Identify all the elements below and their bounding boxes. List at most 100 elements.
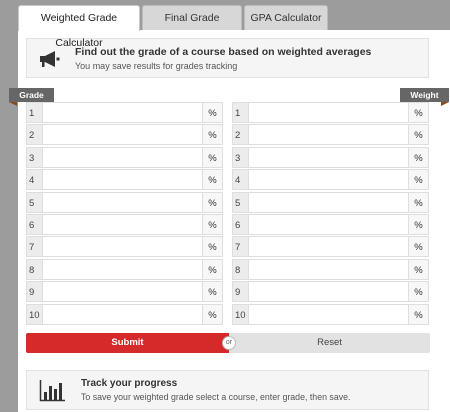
grade-input[interactable] <box>42 213 203 235</box>
grade-percent-unit: % <box>203 303 223 325</box>
calculator-panel: Find out the grade of a course based on … <box>9 30 450 412</box>
grade-row: 9% <box>26 281 223 303</box>
track-subtitle: To save your weighted grade select a cou… <box>81 392 351 402</box>
grade-row-number: 6 <box>26 213 42 235</box>
track-progress-banner: Track your progress To save your weighte… <box>26 370 429 410</box>
grade-percent-unit: % <box>203 102 223 123</box>
weight-rows: 1% 2% 3% 4% 5% 6% 7% 8% 9% 10% <box>232 102 429 326</box>
grade-percent-unit: % <box>203 258 223 280</box>
grade-input[interactable] <box>42 258 203 280</box>
grade-row-number: 7 <box>26 236 42 258</box>
weight-input[interactable] <box>248 281 409 303</box>
tab-gpa-calculator[interactable]: GPA Calculator <box>244 5 328 30</box>
grade-column-label: Grade <box>9 88 54 102</box>
weight-row-number: 2 <box>232 124 248 146</box>
grade-input[interactable] <box>42 124 203 146</box>
grade-percent-unit: % <box>203 281 223 303</box>
grade-row-number: 3 <box>26 146 42 168</box>
weight-percent-unit: % <box>409 169 429 191</box>
weight-input[interactable] <box>248 102 409 123</box>
info-subtitle: You may save results for grades tracking <box>75 61 238 71</box>
grade-percent-unit: % <box>203 236 223 258</box>
weight-row: 7% <box>232 236 429 258</box>
weight-row-number: 4 <box>232 169 248 191</box>
weight-percent-unit: % <box>409 146 429 168</box>
grade-row: 8% <box>26 258 223 280</box>
weight-percent-unit: % <box>409 213 429 235</box>
grade-input[interactable] <box>42 281 203 303</box>
grade-percent-unit: % <box>203 213 223 235</box>
grade-percent-unit: % <box>203 169 223 191</box>
weight-percent-unit: % <box>409 281 429 303</box>
grade-row: 3% <box>26 146 223 168</box>
weight-row: 9% <box>232 281 429 303</box>
weight-row: 6% <box>232 213 429 235</box>
grade-input[interactable] <box>42 169 203 191</box>
tab-final-grade-calculator[interactable]: Final Grade Calculator <box>142 5 242 49</box>
weight-input[interactable] <box>248 303 409 325</box>
weight-row: 4% <box>232 169 429 191</box>
weight-input[interactable] <box>248 124 409 146</box>
weight-percent-unit: % <box>409 303 429 325</box>
info-title: Find out the grade of a course based on … <box>75 46 372 58</box>
grade-percent-unit: % <box>203 191 223 213</box>
weight-row-number: 6 <box>232 213 248 235</box>
submit-button[interactable]: Submit <box>26 333 229 353</box>
weight-row-number: 1 <box>232 102 248 123</box>
weight-row-number: 7 <box>232 236 248 258</box>
grade-row: 6% <box>26 213 223 235</box>
weight-row: 2% <box>232 124 429 146</box>
grade-input[interactable] <box>42 146 203 168</box>
weight-tag-fold <box>441 102 449 106</box>
grade-row-number: 1 <box>26 102 42 123</box>
weight-row-number: 3 <box>232 146 248 168</box>
grade-row-number: 10 <box>26 303 42 325</box>
weight-row: 3% <box>232 146 429 168</box>
grade-input[interactable] <box>42 236 203 258</box>
grade-row: 5% <box>26 191 223 213</box>
weight-column-label: Weight <box>400 88 449 102</box>
weight-row-number: 9 <box>232 281 248 303</box>
weight-row: 8% <box>232 258 429 280</box>
reset-button[interactable]: Reset <box>229 333 430 353</box>
grade-row: 4% <box>26 169 223 191</box>
grade-row-number: 5 <box>26 191 42 213</box>
grade-row: 2% <box>26 124 223 146</box>
track-title: Track your progress <box>81 378 178 389</box>
weight-input[interactable] <box>248 236 409 258</box>
grade-row-number: 4 <box>26 169 42 191</box>
weight-row-number: 8 <box>232 258 248 280</box>
or-separator: or <box>222 336 236 350</box>
tab-weighted-grade-calculator[interactable]: Weighted Grade Calculator <box>18 5 140 49</box>
grade-percent-unit: % <box>203 124 223 146</box>
weight-percent-unit: % <box>409 236 429 258</box>
weight-input[interactable] <box>248 213 409 235</box>
grade-tag-fold <box>9 102 17 106</box>
grade-rows: 1% 2% 3% 4% 5% 6% 7% 8% 9% 10% <box>26 102 223 326</box>
weight-input[interactable] <box>248 191 409 213</box>
weight-row: 5% <box>232 191 429 213</box>
weight-percent-unit: % <box>409 258 429 280</box>
weight-percent-unit: % <box>409 191 429 213</box>
weight-percent-unit: % <box>409 102 429 123</box>
grade-row-number: 8 <box>26 258 42 280</box>
weight-row-number: 10 <box>232 303 248 325</box>
weight-input[interactable] <box>248 146 409 168</box>
bar-chart-icon <box>39 380 65 402</box>
grade-row-number: 9 <box>26 281 42 303</box>
grade-input[interactable] <box>42 303 203 325</box>
grade-input[interactable] <box>42 102 203 123</box>
weight-percent-unit: % <box>409 124 429 146</box>
grade-input[interactable] <box>42 191 203 213</box>
action-buttons: Submit Reset or <box>26 333 430 353</box>
grade-row: 10% <box>26 303 223 325</box>
grade-row-number: 2 <box>26 124 42 146</box>
weight-row-number: 5 <box>232 191 248 213</box>
grade-row: 1% <box>26 102 223 123</box>
grade-percent-unit: % <box>203 146 223 168</box>
weight-input[interactable] <box>248 169 409 191</box>
weight-input[interactable] <box>248 258 409 280</box>
grade-row: 7% <box>26 236 223 258</box>
weight-row: 10% <box>232 303 429 325</box>
weight-row: 1% <box>232 102 429 123</box>
